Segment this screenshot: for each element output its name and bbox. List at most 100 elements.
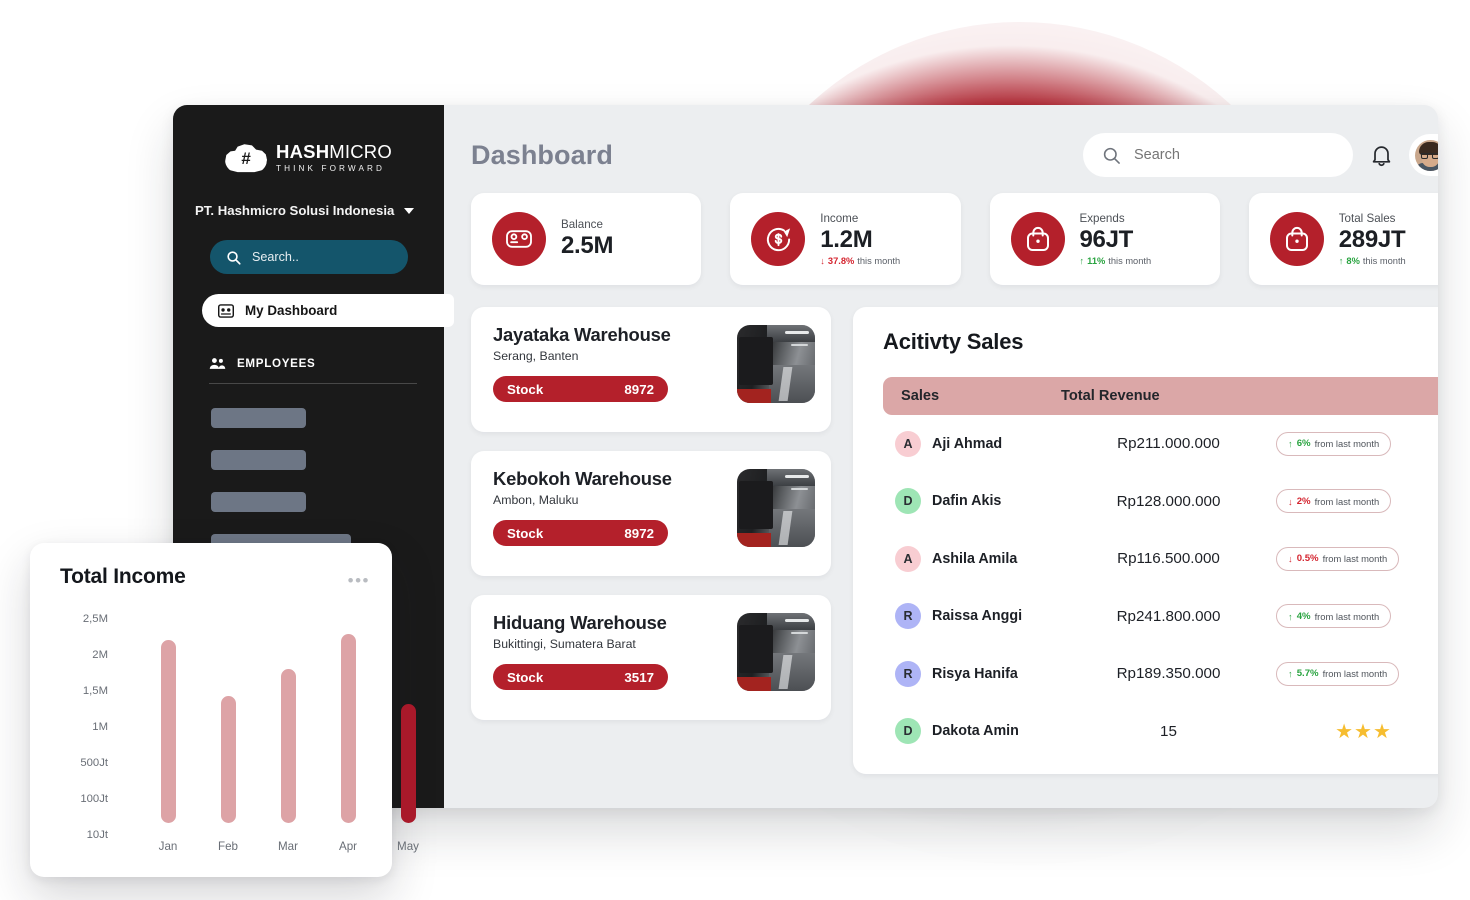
chart-header: Total Income ••• bbox=[60, 565, 370, 589]
warehouse-photo-icon bbox=[737, 469, 815, 547]
warehouse-location: Bukittingi, Sumatera Barat bbox=[493, 637, 636, 651]
sales-name: Risya Hanifa bbox=[932, 665, 1018, 682]
bar-jan[interactable] bbox=[161, 640, 176, 823]
table-row[interactable]: R Raissa Anggi Rp241.800.000 ↑ 4% from l… bbox=[883, 588, 1438, 646]
avatar: A bbox=[895, 545, 921, 572]
y-axis-tick: 1,5M bbox=[82, 685, 108, 697]
stat-value: 96JT bbox=[1079, 225, 1134, 253]
stat-label: Balance bbox=[561, 218, 603, 232]
stat-card-expends[interactable]: Expends 96JT ↑ 11% this month bbox=[989, 193, 1220, 285]
y-axis-tick: 2M bbox=[92, 649, 108, 661]
stock-label: Stock bbox=[507, 669, 544, 685]
sales-name: Raissa Anggi bbox=[932, 608, 1023, 625]
warehouse-photo-icon bbox=[737, 325, 815, 403]
avatar: A bbox=[895, 430, 921, 457]
table-row[interactable]: A Ashila Amila Rp116.500.000 ↓ 0.5% from… bbox=[883, 530, 1438, 588]
stat-card-balance[interactable]: Balance 2.5M bbox=[471, 193, 702, 285]
page-title: Dashboard bbox=[471, 139, 613, 170]
sales-person: A Aji Ahmad bbox=[883, 430, 1061, 457]
stat-label: Expends bbox=[1079, 211, 1125, 225]
status-badge: ↓ 2% from last month bbox=[1276, 489, 1392, 514]
avatar: R bbox=[895, 660, 921, 687]
stat-card-income[interactable]: Income 1.2M ↓ 37.8% this month bbox=[730, 193, 961, 285]
delta-value: 6% bbox=[1296, 438, 1311, 450]
notification-button[interactable] bbox=[1368, 141, 1394, 169]
warehouse-card[interactable]: Jayataka Warehouse Serang, Banten Stock … bbox=[471, 307, 831, 432]
stat-label: Total Sales bbox=[1338, 211, 1396, 225]
arrow-down-icon: ↓ bbox=[820, 256, 825, 267]
warehouse-card[interactable]: Hiduang Warehouse Bukittingi, Sumatera B… bbox=[471, 595, 831, 720]
sales-person: D Dakota Amin bbox=[883, 718, 1061, 745]
stat-delta-value: 37.8% bbox=[827, 256, 855, 267]
global-search[interactable] bbox=[1083, 133, 1353, 177]
dashboard-icon bbox=[218, 303, 234, 318]
stat-delta-value: 8% bbox=[1346, 256, 1360, 267]
sidebar-section-employees[interactable]: EMPLOYEES bbox=[209, 357, 417, 384]
brand-tagline: THINK FORWARD bbox=[276, 163, 386, 173]
warehouse-name: Kebokoh Warehouse bbox=[493, 468, 672, 489]
column-header-sales: Sales bbox=[901, 388, 940, 404]
stat-delta: ↑ 11% this month bbox=[1080, 256, 1152, 266]
stat-value: 1.2M bbox=[820, 225, 873, 253]
total-revenue: Rp241.800.000 bbox=[1116, 607, 1221, 625]
chart-title: Total Income bbox=[60, 565, 186, 588]
activity-sales-table-body: A Aji Ahmad Rp211.000.000 ↑ 6% from last… bbox=[883, 415, 1438, 760]
bell-icon bbox=[1372, 145, 1390, 166]
stock-value: 3517 bbox=[624, 669, 654, 685]
table-row[interactable]: A Aji Ahmad Rp211.000.000 ↑ 6% from last… bbox=[883, 415, 1438, 473]
sidebar-skeleton-item bbox=[211, 450, 306, 470]
delta-suffix: from last month bbox=[1314, 495, 1380, 507]
main-content: Dashboard Search Balance 2.5M Income 1.2… bbox=[444, 105, 1438, 808]
avatar: R bbox=[895, 603, 921, 630]
table-row[interactable]: D Dafin Akis Rp128.000.000 ↓ 2% from las… bbox=[883, 473, 1438, 531]
warehouse-name: Jayataka Warehouse bbox=[493, 324, 671, 345]
x-axis-tick: Apr bbox=[338, 840, 358, 853]
delta-badge-wrap: ↑ 6% from last month bbox=[1276, 431, 1392, 456]
status-badge: ↑ 6% from last month bbox=[1276, 431, 1392, 456]
delta-suffix: from last month bbox=[1314, 610, 1380, 622]
column-header-revenue: Total Revenue bbox=[1061, 388, 1160, 404]
arrow-up-icon: ↑ bbox=[1338, 256, 1344, 267]
sales-name: Dakota Amin bbox=[932, 723, 1019, 740]
sidebar-skeleton-item bbox=[211, 408, 306, 428]
stat-label: Income bbox=[820, 211, 859, 225]
sidebar-item-label: My Dashboard bbox=[245, 303, 338, 318]
warehouse-location: Serang, Banten bbox=[493, 349, 579, 363]
stat-delta-value: 11% bbox=[1087, 256, 1106, 267]
sidebar-section-label: EMPLOYEES bbox=[237, 357, 316, 370]
sales-person: R Raissa Anggi bbox=[883, 603, 1061, 630]
delta-badge-wrap: ↑ 4% from last month bbox=[1276, 604, 1392, 629]
warehouse-location: Ambon, Maluku bbox=[493, 493, 579, 507]
total-revenue: Rp211.000.000 bbox=[1117, 435, 1220, 453]
stat-delta-suffix: this month bbox=[857, 256, 901, 267]
search-input[interactable] bbox=[1134, 147, 1314, 163]
x-axis-tick: May bbox=[397, 840, 419, 853]
avatar: D bbox=[895, 488, 921, 515]
arrow-up-icon: ↑ bbox=[1288, 668, 1293, 680]
user-menu[interactable] bbox=[1409, 134, 1438, 176]
arrow-down-icon: ↓ bbox=[1288, 553, 1293, 565]
warehouse-card[interactable]: Kebokoh Warehouse Ambon, Maluku Stock 89… bbox=[471, 451, 831, 576]
delta-suffix: from last month bbox=[1322, 668, 1388, 680]
table-row[interactable]: D Dakota Amin 15 ★★★ bbox=[883, 703, 1438, 761]
delta-suffix: from last month bbox=[1314, 438, 1380, 450]
stat-delta-suffix: this month bbox=[1362, 256, 1406, 267]
total-revenue: Rp189.350.000 bbox=[1116, 665, 1221, 683]
stock-value: 8972 bbox=[624, 525, 654, 541]
company-selector[interactable]: PT. Hashmicro Solusi Indonesia bbox=[195, 203, 444, 218]
sidebar-search-input[interactable]: Search.. bbox=[210, 240, 408, 274]
bar-may[interactable] bbox=[401, 704, 416, 823]
table-row[interactable]: R Risya Hanifa Rp189.350.000 ↑ 5.7% from… bbox=[883, 645, 1438, 703]
bar-mar[interactable] bbox=[281, 669, 296, 823]
stat-value: 2.5M bbox=[561, 232, 614, 260]
stat-card-total-sales[interactable]: Total Sales 289JT ↑ 8% this month bbox=[1248, 193, 1438, 285]
warehouse-stock-badge: Stock 8972 bbox=[493, 520, 668, 546]
sidebar-item-my-dashboard[interactable]: My Dashboard bbox=[202, 294, 454, 327]
bar-feb[interactable] bbox=[221, 696, 236, 823]
arrow-up-icon: ↑ bbox=[1288, 438, 1293, 450]
total-income-chart-card: Total Income ••• 2,5M 2M 1,5M 1M 500Jt 1… bbox=[30, 543, 419, 877]
activity-sales-table-header: Sales Total Revenue bbox=[883, 377, 1438, 415]
bar-apr[interactable] bbox=[341, 634, 356, 823]
status-badge: ↓ 0.5% from last month bbox=[1276, 546, 1400, 571]
more-horizontal-icon[interactable]: ••• bbox=[348, 572, 370, 589]
